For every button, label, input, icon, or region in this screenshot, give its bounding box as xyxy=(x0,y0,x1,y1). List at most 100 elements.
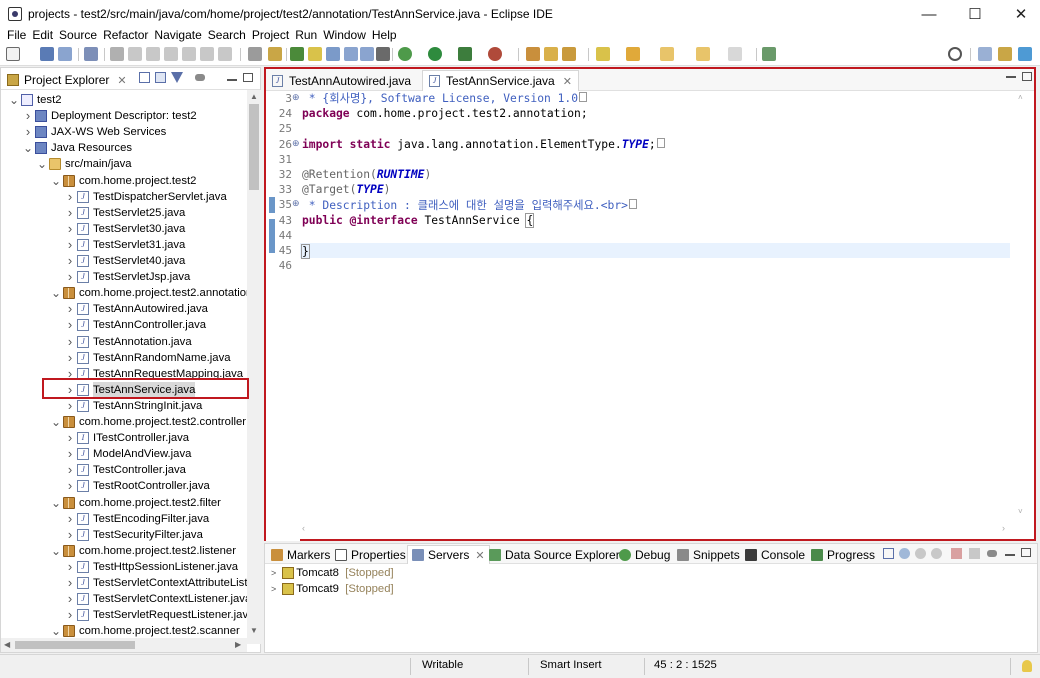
mark-occurrences-icon[interactable] xyxy=(308,47,322,61)
save-all-icon[interactable] xyxy=(58,47,72,61)
menu-navigate[interactable]: Navigate xyxy=(151,28,204,44)
open-task-icon[interactable] xyxy=(290,47,304,61)
tab-project-explorer[interactable]: Project Explorer ✕ xyxy=(3,70,131,90)
server-row-tomcat9[interactable]: > Tomcat9 [Stopped] xyxy=(271,581,394,597)
explorer-vertical-scrollbar[interactable]: ▲ ▼ xyxy=(247,90,261,644)
explorer-hscroll-thumb[interactable] xyxy=(15,641,135,649)
scroll-up-icon[interactable]: ▲ xyxy=(250,92,258,101)
tab-testannautowired[interactable]: J TestAnnAutowired.java xyxy=(266,70,417,91)
tree-item[interactable]: › J TestServletContextAttributeListe xyxy=(1,575,247,591)
lightbulb-icon[interactable] xyxy=(1022,660,1032,672)
chevron-right-icon[interactable]: › xyxy=(65,317,75,333)
chevron-right-icon[interactable]: › xyxy=(65,237,75,253)
tab-console[interactable]: Console xyxy=(745,545,805,564)
minimize-editor-icon[interactable] xyxy=(1006,76,1016,78)
close-icon[interactable]: ✕ xyxy=(563,75,572,88)
new-class-icon[interactable] xyxy=(562,47,576,61)
explorer-horizontal-scrollbar[interactable]: ◀ ▶ xyxy=(1,638,247,652)
chevron-down-icon[interactable]: ⌄ xyxy=(9,92,19,108)
tree-item[interactable]: › J TestHttpSessionListener.java xyxy=(1,559,247,575)
chevron-right-icon[interactable]: › xyxy=(65,607,75,623)
tree-item[interactable]: ⌄ com.home.project.test2.listener xyxy=(1,543,247,559)
maximize-editor-icon[interactable] xyxy=(1022,72,1032,81)
step-over-icon[interactable] xyxy=(218,47,232,61)
tree-item[interactable]: › J TestServlet25.java xyxy=(1,205,247,221)
chevron-right-icon[interactable]: › xyxy=(65,301,75,317)
menu-source[interactable]: Source xyxy=(56,28,100,44)
tab-servers[interactable]: Servers ✕ xyxy=(407,545,490,564)
tree-item[interactable]: › J TestAnnotation.java xyxy=(1,334,247,350)
tree-item[interactable]: ⌄ com.home.project.test2.annotation xyxy=(1,285,247,301)
menu-refactor[interactable]: Refactor xyxy=(100,28,151,44)
chevron-right-icon[interactable]: › xyxy=(65,350,75,366)
minimize-button[interactable]: — xyxy=(906,0,952,28)
link-with-editor-icon[interactable] xyxy=(155,72,166,83)
tree-item[interactable]: ⌄ com.home.project.test2 xyxy=(1,173,247,189)
collapse-all-icon[interactable] xyxy=(883,548,894,559)
chevron-right-icon[interactable]: > xyxy=(271,568,276,578)
pilcrow-icon[interactable] xyxy=(376,47,390,61)
debug-server-icon[interactable] xyxy=(899,548,910,559)
coverage-icon[interactable] xyxy=(458,47,472,61)
chevron-right-icon[interactable]: › xyxy=(65,559,75,575)
previous-annotation-icon[interactable] xyxy=(626,47,640,61)
chevron-down-icon[interactable]: ⌄ xyxy=(51,543,61,559)
tree-item[interactable]: › J TestServlet31.java xyxy=(1,237,247,253)
minimize-view-icon[interactable] xyxy=(1005,554,1015,556)
menu-window[interactable]: Window xyxy=(320,28,369,44)
start-server-icon[interactable] xyxy=(915,548,926,559)
chevron-down-icon[interactable]: ⌄ xyxy=(51,623,61,639)
scroll-right-icon[interactable]: ▶ xyxy=(235,640,241,649)
tree-item[interactable]: ⌄ com.home.project.test2.filter xyxy=(1,495,247,511)
profile-server-icon[interactable] xyxy=(931,548,942,559)
scroll-down-icon[interactable]: ˅ xyxy=(1018,507,1023,516)
view-menu-icon[interactable] xyxy=(195,74,205,81)
save-icon[interactable] xyxy=(40,47,54,61)
maximize-view-icon[interactable] xyxy=(243,73,253,82)
collapse-all-icon[interactable] xyxy=(139,72,150,83)
resume-icon[interactable] xyxy=(128,47,142,61)
chevron-right-icon[interactable]: › xyxy=(65,221,75,237)
chevron-right-icon[interactable]: › xyxy=(23,124,33,140)
scroll-left-icon[interactable]: ‹ xyxy=(302,523,305,533)
close-icon[interactable]: ✕ xyxy=(475,549,484,562)
block-selection-icon[interactable] xyxy=(326,47,340,61)
tree-item[interactable]: › J TestDispatcherServlet.java xyxy=(1,189,247,205)
tree-item[interactable]: › J TestRootController.java xyxy=(1,478,247,494)
show-whitespace-icon[interactable] xyxy=(360,47,374,61)
tab-testannservice[interactable]: J TestAnnService.java ✕ xyxy=(422,70,579,91)
editor-vertical-scrollbar[interactable]: ˄ ˅ xyxy=(1010,91,1034,521)
print-icon[interactable] xyxy=(84,47,98,61)
step-into-icon[interactable] xyxy=(200,47,214,61)
tab-properties[interactable]: Properties xyxy=(335,545,406,564)
new-package-icon[interactable] xyxy=(544,47,558,61)
maximize-view-icon[interactable] xyxy=(1021,548,1031,557)
tree-item[interactable]: › J TestServletContextListener.java xyxy=(1,591,247,607)
debug-perspective-icon[interactable] xyxy=(1018,47,1032,61)
chevron-right-icon[interactable]: › xyxy=(65,334,75,350)
tab-debug[interactable]: Debug xyxy=(619,545,670,564)
chevron-right-icon[interactable]: › xyxy=(65,446,75,462)
chevron-right-icon[interactable]: › xyxy=(65,462,75,478)
tab-data-source-explorer[interactable]: Data Source Explorer xyxy=(489,545,620,564)
maximize-button[interactable]: ☐ xyxy=(952,0,998,28)
chevron-right-icon[interactable]: › xyxy=(65,430,75,446)
editor-horizontal-scrollbar[interactable]: ‹ › xyxy=(300,521,1010,539)
tree-item[interactable]: ⌄ test2 xyxy=(1,92,247,108)
tree-item[interactable]: › JAX-WS Web Services xyxy=(1,124,247,140)
tab-snippets[interactable]: Snippets xyxy=(677,545,740,564)
chevron-right-icon[interactable]: › xyxy=(65,478,75,494)
tab-markers[interactable]: Markers xyxy=(271,545,330,564)
menu-search[interactable]: Search xyxy=(205,28,249,44)
close-icon[interactable]: ✕ xyxy=(117,74,126,87)
chevron-down-icon[interactable]: ⌄ xyxy=(51,414,61,430)
tree-item[interactable]: › J TestServlet30.java xyxy=(1,221,247,237)
pin-editor-icon[interactable] xyxy=(762,47,776,61)
close-window-button[interactable]: ✕ xyxy=(998,0,1040,28)
scroll-down-icon[interactable]: ▼ xyxy=(250,626,258,635)
scroll-left-icon[interactable]: ◀ xyxy=(4,640,10,649)
chevron-right-icon[interactable]: › xyxy=(65,269,75,285)
tree-item[interactable]: › J TestAnnRandomName.java xyxy=(1,350,247,366)
scroll-up-icon[interactable]: ˄ xyxy=(1018,93,1023,102)
tree-item[interactable]: › I ITestController.java xyxy=(1,430,247,446)
